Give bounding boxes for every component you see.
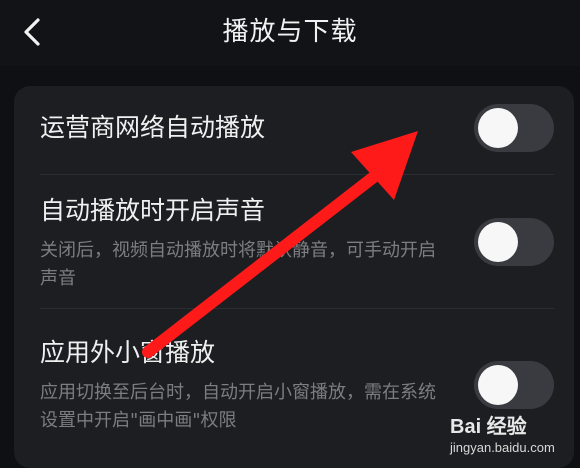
top-bar: 播放与下载 (0, 0, 580, 66)
toggle-knob (478, 365, 518, 405)
carrier-autoplay-toggle[interactable] (474, 104, 554, 152)
autoplay-sound-toggle[interactable] (474, 218, 554, 266)
pip-playback-toggle[interactable] (474, 361, 554, 409)
setting-title: 运营商网络自动播放 (40, 113, 266, 142)
baidu-jingyan-watermark: Bai 经验 jingyan.baidu.com (450, 410, 570, 462)
setting-row-autoplay-sound: 自动播放时开启声音 关闭后，视频自动播放时将默认静音，可手动开启声音 (14, 175, 574, 307)
setting-description: 关闭后，视频自动播放时将默认静音，可手动开启声音 (40, 240, 436, 289)
toggle-knob (478, 108, 518, 148)
watermark-url: jingyan.baidu.com (450, 440, 555, 455)
setting-title: 自动播放时开启声音 (40, 196, 266, 225)
setting-description: 应用切换至后台时，自动开启小窗播放，需在系统设置中开启"画中画"权限 (40, 382, 436, 431)
toggle-knob (478, 222, 518, 262)
page-title: 播放与下载 (222, 17, 358, 47)
setting-title: 应用外小窗播放 (40, 338, 216, 367)
setting-row-carrier-autoplay: 运营商网络自动播放 (14, 86, 574, 174)
watermark-brand: Bai 经验 (450, 416, 527, 438)
